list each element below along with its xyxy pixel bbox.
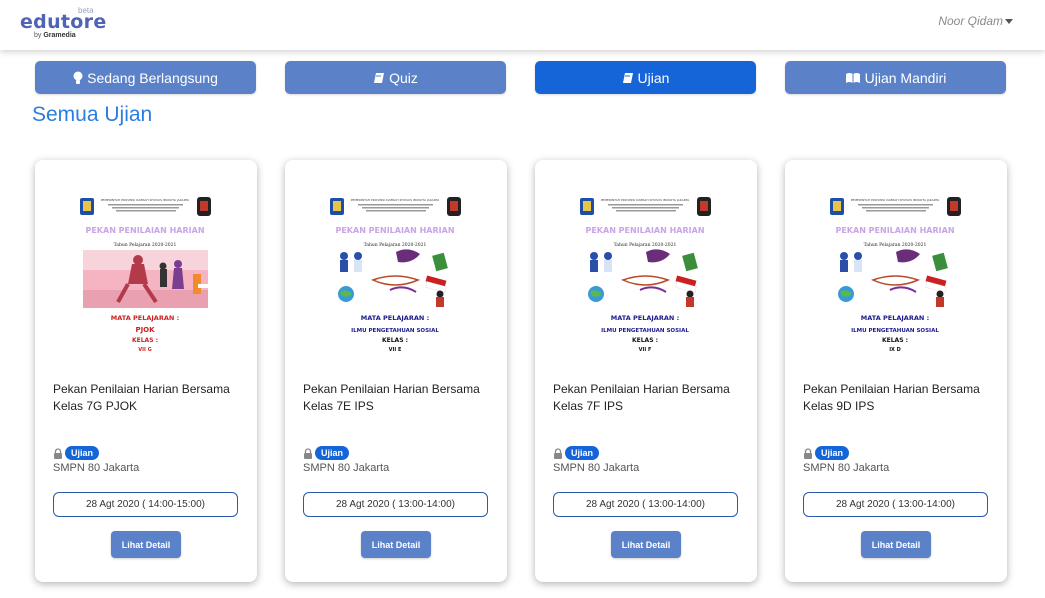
card-meta: Ujian — [553, 445, 600, 461]
lock-icon — [554, 447, 562, 459]
poster-kelas-value: VII G — [138, 347, 151, 353]
poster-year: Tahun Pelajaran 2020-2021 — [364, 242, 427, 248]
poster-mapel: MATA PELAJARAN : — [861, 314, 929, 322]
status-badge: Ujian — [565, 446, 600, 460]
card-title: Pekan Penilaian Harian Bersama Kelas 7G … — [53, 382, 230, 413]
poster-header: PEMERINTAH PROVINSI DAERAH KHUSUS IBUKOT… — [101, 198, 190, 202]
tab-ujian-mandiri[interactable]: Ujian Mandiri — [785, 61, 1006, 94]
exam-poster-image: PEMERINTAH PROVINSI DAERAH KHUSUS IBUKOT… — [828, 194, 963, 362]
logo-byline: by Gramedia — [34, 32, 76, 39]
exam-card[interactable]: PEMERINTAH PROVINSI DAERAH KHUSUS IBUKOT… — [535, 160, 757, 582]
poster-kelas-label: KELAS : — [382, 337, 408, 344]
lihat-detail-button[interactable]: Lihat Detail — [111, 531, 181, 558]
poster-kelas-label: KELAS : — [882, 337, 908, 344]
book-icon — [622, 72, 633, 83]
lightbulb-icon — [73, 71, 83, 84]
exam-schedule: 28 Agt 2020 ( 13:00-14:00) — [553, 492, 738, 517]
poster-mapel: MATA PELAJARAN : — [111, 314, 179, 322]
lihat-detail-button[interactable]: Lihat Detail — [611, 531, 681, 558]
exam-card[interactable]: PEMERINTAH PROVINSI DAERAH KHUSUS IBUKOT… — [285, 160, 507, 582]
book-icon — [374, 72, 385, 83]
poster-kelas-label: KELAS : — [132, 337, 158, 344]
poster-year: Tahun Pelajaran 2020-2021 — [864, 242, 927, 248]
tab-sedang-berlangsung[interactable]: Sedang Berlangsung — [35, 61, 256, 94]
poster-header: PEMERINTAH PROVINSI DAERAH KHUSUS IBUKOT… — [351, 198, 440, 202]
exam-poster-image: PEMERINTAH PROVINSI DAERAH KHUSUS IBUKOT… — [78, 194, 213, 362]
poster-subject: ILMU PENGETAHUAN SOSIAL — [601, 328, 689, 334]
poster-subject: ILMU PENGETAHUAN SOSIAL — [851, 328, 939, 334]
exam-card[interactable]: PEMERINTAH PROVINSI DAERAH KHUSUS IBUKOT… — [35, 160, 257, 582]
exam-poster-image: PEMERINTAH PROVINSI DAERAH KHUSUS IBUKOT… — [328, 194, 463, 362]
tab-quiz[interactable]: Quiz — [285, 61, 506, 94]
edutore-logo[interactable]: edutore beta by Gramedia — [20, 6, 106, 42]
poster-heading: PEKAN PENILAIAN HARIAN — [335, 226, 454, 235]
exam-card[interactable]: PEMERINTAH PROVINSI DAERAH KHUSUS IBUKOT… — [785, 160, 1007, 582]
beta-label: beta — [78, 6, 94, 15]
poster-kelas-value: VII E — [389, 347, 402, 353]
card-meta: Ujian — [53, 445, 100, 461]
lihat-detail-button[interactable]: Lihat Detail — [361, 531, 431, 558]
poster-header: PEMERINTAH PROVINSI DAERAH KHUSUS IBUKOT… — [851, 198, 940, 202]
exam-tabs: Sedang Berlangsung Quiz Ujian Ujian Mand… — [35, 61, 1006, 94]
tab-label: Ujian Mandiri — [864, 69, 947, 86]
status-badge: Ujian — [815, 446, 850, 460]
top-navbar: edutore beta by Gramedia Noor Qidam — [0, 0, 1045, 50]
user-menu[interactable]: Noor Qidam — [938, 14, 1013, 28]
open-book-icon — [845, 72, 860, 83]
status-badge: Ujian — [65, 446, 100, 460]
poster-year: Tahun Pelajaran 2020-2021 — [614, 242, 677, 248]
school-name: SMPN 80 Jakarta — [803, 462, 890, 474]
poster-kelas-label: KELAS : — [632, 337, 658, 344]
card-meta: Ujian — [803, 445, 850, 461]
tab-label: Quiz — [389, 69, 418, 86]
card-meta: Ujian — [303, 445, 350, 461]
user-name: Noor Qidam — [938, 14, 1003, 28]
section-title: Semua Ujian — [32, 103, 153, 126]
lihat-detail-button[interactable]: Lihat Detail — [861, 531, 931, 558]
poster-mapel: MATA PELAJARAN : — [611, 314, 679, 322]
poster-subject: PJOK — [135, 326, 155, 334]
exam-schedule: 28 Agt 2020 ( 13:00-14:00) — [803, 492, 988, 517]
poster-kelas-value: VII F — [639, 347, 652, 353]
poster-subject: ILMU PENGETAHUAN SOSIAL — [351, 328, 439, 334]
exam-schedule: 28 Agt 2020 ( 14:00-15:00) — [53, 492, 238, 517]
status-badge: Ujian — [315, 446, 350, 460]
poster-header: PEMERINTAH PROVINSI DAERAH KHUSUS IBUKOT… — [601, 198, 690, 202]
poster-kelas-value: IX D — [889, 347, 901, 353]
lock-icon — [804, 447, 812, 459]
card-title: Pekan Penilaian Harian Bersama Kelas 7F … — [553, 382, 730, 413]
poster-mapel: MATA PELAJARAN : — [361, 314, 429, 322]
exam-schedule: 28 Agt 2020 ( 13:00-14:00) — [303, 492, 488, 517]
lock-icon — [54, 447, 62, 459]
school-name: SMPN 80 Jakarta — [553, 462, 640, 474]
school-name: SMPN 80 Jakarta — [53, 462, 140, 474]
card-title: Pekan Penilaian Harian Bersama Kelas 9D … — [803, 382, 980, 413]
tab-label: Sedang Berlangsung — [87, 69, 218, 86]
tab-label: Ujian — [637, 69, 670, 86]
school-name: SMPN 80 Jakarta — [303, 462, 390, 474]
chevron-down-icon — [1005, 19, 1013, 25]
poster-heading: PEKAN PENILAIAN HARIAN — [85, 226, 204, 235]
exam-poster-image: PEMERINTAH PROVINSI DAERAH KHUSUS IBUKOT… — [578, 194, 713, 362]
poster-year: Tahun Pelajaran 2020-2021 — [114, 242, 177, 248]
poster-heading: PEKAN PENILAIAN HARIAN — [585, 226, 704, 235]
tab-ujian[interactable]: Ujian — [535, 61, 756, 94]
lock-icon — [304, 447, 312, 459]
poster-heading: PEKAN PENILAIAN HARIAN — [835, 226, 954, 235]
card-title: Pekan Penilaian Harian Bersama Kelas 7E … — [303, 382, 480, 413]
